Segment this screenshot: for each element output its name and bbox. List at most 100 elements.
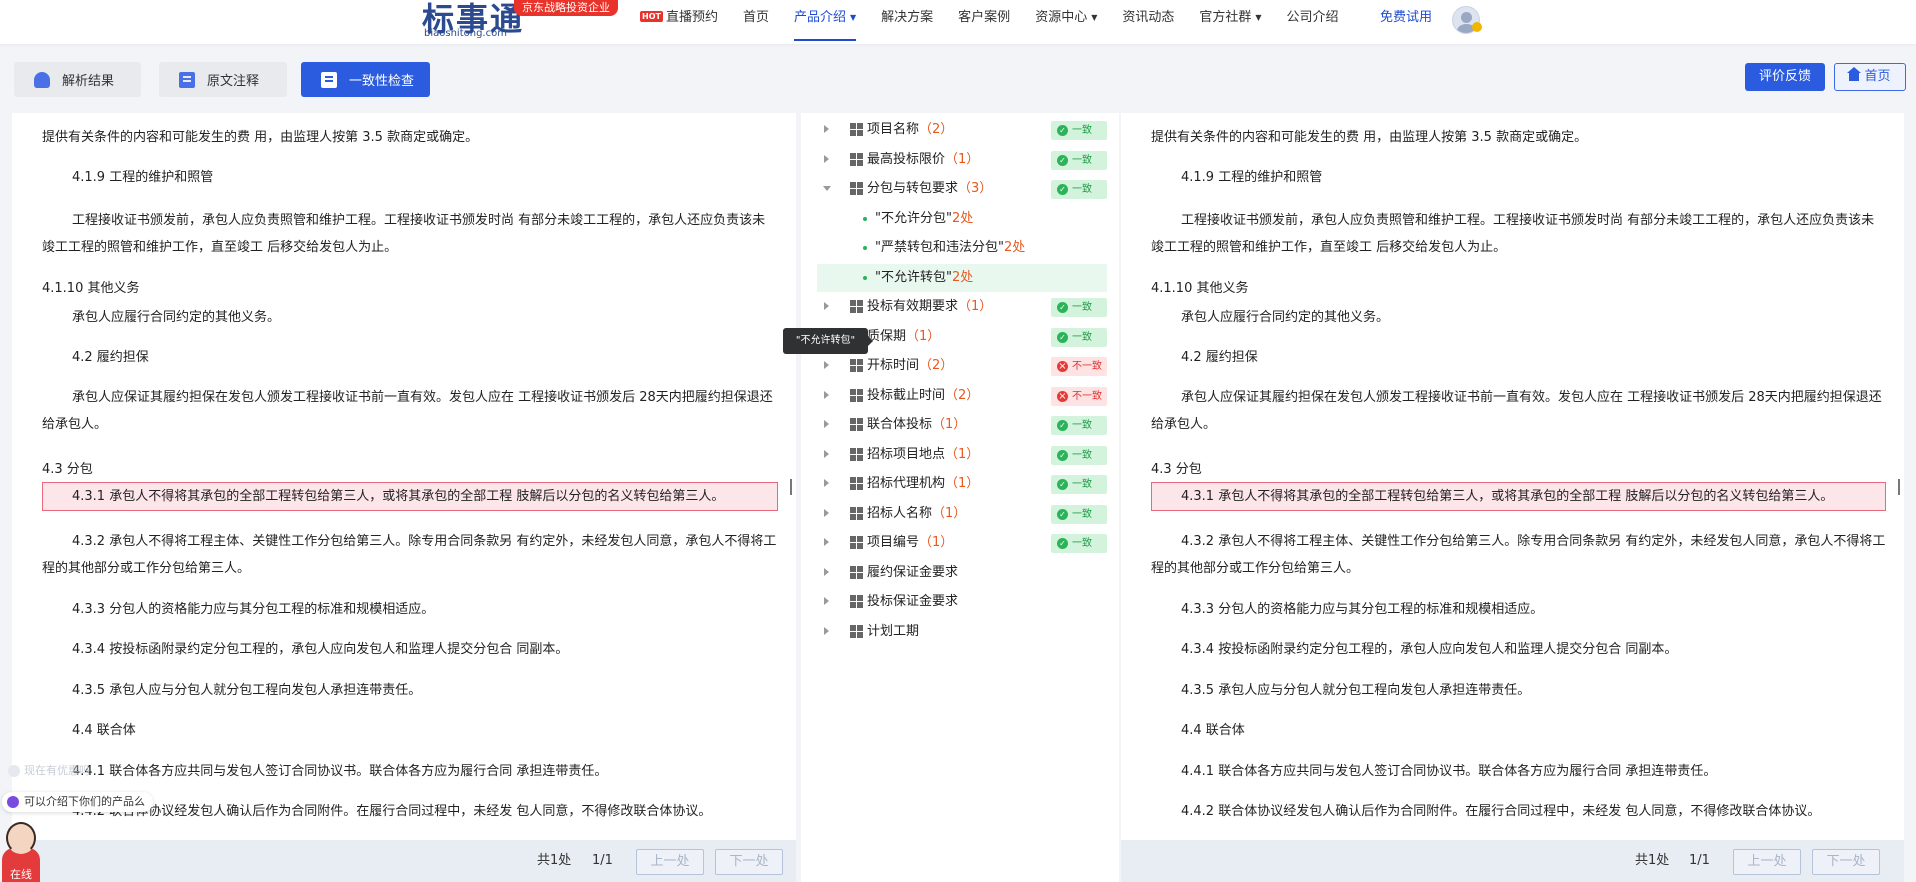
tree-subitem[interactable]: "不允许分包"2处 (817, 205, 1107, 233)
chevron-right-icon[interactable] (824, 626, 829, 635)
item-count: （2） (919, 122, 954, 137)
status-badge-consistent: 一致 (1051, 298, 1107, 317)
chevron-right-icon[interactable] (824, 390, 829, 399)
tab-consistency-check[interactable]: 一致性检查 (301, 62, 430, 97)
item-name: 投标有效期要求 (867, 299, 959, 314)
tree-item[interactable]: 计划工期 (817, 618, 1107, 646)
document-line: 4.1.10 其他义务 (1151, 281, 1249, 296)
document-line: 4.2 履约担保 (1181, 350, 1258, 365)
highlighted-clause: 4.3.1 承包人不得将其承包的全部工程转包给第三人，或将其承包的全部工程 肢解… (1181, 489, 1834, 504)
document-line: 提供有关条件的内容和可能发生的费 用，由监理人按第 3.5 款商定或确定。 (1151, 130, 1588, 145)
document-line: 4.3.4 按投标函附录约定分包工程的，承包人应向发包人和监理人提交分包合 同副… (72, 642, 569, 657)
tree-item[interactable]: 履约保证金要求 (817, 559, 1107, 587)
chevron-right-icon[interactable] (824, 479, 829, 487)
right-document-pane[interactable]: 提供有关条件的内容和可能发生的费 用，由监理人按第 3.5 款商定或确定。 4.1… (1121, 113, 1904, 882)
tree-subitem[interactable]: "严禁转包和违法分包"2处 (817, 234, 1107, 262)
next-match-button[interactable]: 下一处 (1812, 849, 1880, 875)
nav-item-label: 解决方案 (881, 10, 934, 25)
prev-match-button[interactable]: 上一处 (636, 849, 704, 875)
nav-item[interactable]: 产品介绍 ▼ (793, 0, 857, 44)
nav-item[interactable]: 客户案例 (958, 0, 1010, 44)
tree-subitem[interactable]: "不允许转包"2处 (817, 263, 1107, 292)
match-total: 共1处 (537, 840, 571, 882)
free-trial-link[interactable]: 免费试用 (1380, 0, 1432, 36)
document-text: 提供有关条件的内容和可能发生的费 用，由监理人按第 3.5 款商定或确定。 4.1… (12, 113, 796, 844)
chevron-right-icon[interactable] (824, 567, 829, 576)
chevron-right-icon[interactable] (824, 154, 829, 163)
nav-item[interactable]: 资源中心 ▼ (1035, 0, 1097, 44)
subitem-label: "不允许分包"2处 (875, 205, 973, 233)
check-circle-icon (1057, 331, 1068, 343)
tree-item-label: 投标有效期要求（1） (867, 293, 992, 321)
tab-annotation[interactable]: 原文注释 (159, 62, 287, 97)
item-name: 开标时间 (867, 358, 920, 373)
check-circle-icon (1057, 302, 1068, 313)
tree-item[interactable]: 联合体投标（1） 一致 (817, 411, 1107, 439)
tree-item[interactable]: 投标截止时间（2） 不一致 (817, 382, 1107, 410)
item-count: （2） (945, 387, 980, 403)
chevron-down-icon[interactable] (823, 186, 831, 191)
grid-icon (850, 447, 863, 461)
nav-item[interactable]: 官方社群 ▼ (1199, 0, 1261, 44)
left-document-pane[interactable]: 提供有关条件的内容和可能发生的费 用，由监理人按第 3.5 款商定或确定。 4.1… (12, 113, 796, 882)
tree-item[interactable]: 项目名称（2） 一致 (817, 116, 1107, 144)
tree-item[interactable]: 项目编号（1） 一致 (817, 529, 1107, 557)
tree-item[interactable]: 分包与转包要求（3） 一致 (817, 175, 1107, 203)
document-line: 承包人应保证其履约担保在发包人颁发工程接收证书前一直有效。发包人应在 工程接收证… (72, 390, 773, 405)
nav-item[interactable]: 首页 (743, 0, 769, 44)
tree-item[interactable]: 投标保证金要求 (817, 588, 1107, 616)
feedback-button[interactable]: 评价反馈 (1745, 63, 1825, 91)
tree-item[interactable]: 开标时间（2） 不一致 (817, 352, 1107, 380)
item-count: （1） (932, 505, 967, 521)
tree-item-label: 分包与转包要求（3） (867, 175, 992, 203)
prev-match-button[interactable]: 上一处 (1733, 849, 1801, 875)
tab-parse-result[interactable]: 解析结果 (14, 62, 141, 97)
top-navigation: 标事通 biaoshitong.com 京东战略投资企业 HOT 直播预约 首页 产品… (0, 0, 1916, 44)
item-count: （3） (958, 181, 993, 196)
tree-item-label: 项目编号（1） (867, 529, 953, 557)
grid-icon (850, 152, 863, 166)
chat-agent-avatar[interactable]: 在线 (2, 822, 40, 882)
chevron-right-icon[interactable] (824, 361, 829, 369)
chevron-down-icon: ▼ (1255, 13, 1262, 22)
document-line: 4.3 分包 (42, 462, 93, 477)
tree-item-label: 项目名称（2） (867, 116, 953, 144)
chat-suggestion[interactable]: 可以介绍下你们的产品么 (2, 792, 153, 812)
next-match-button[interactable]: 下一处 (715, 849, 783, 875)
tree-item[interactable]: 招标代理机构（1） 一致 (817, 470, 1107, 498)
match-page: 1/1 (592, 853, 613, 868)
status-text: 一致 (1072, 420, 1092, 431)
nav-item[interactable]: 公司介绍 (1287, 0, 1339, 44)
document-line: 4.4.1 联合体各方应共同与发包人签订合同协议书。联合体各方应为履行合同 承担… (72, 764, 608, 779)
chevron-right-icon[interactable] (824, 508, 829, 517)
scrollbar-thumb[interactable] (790, 479, 792, 495)
scrollbar-thumb[interactable] (1898, 479, 1900, 495)
status-text: 一致 (1072, 538, 1092, 549)
chat-suggestion-faded[interactable]: 现在有优惠吗 (6, 762, 90, 780)
status-text: 一致 (1072, 508, 1092, 520)
document-line: 4.3.2 承包人不得将工程主体、关键性工作分包给第三人。除专用合同条款另 有约… (1181, 534, 1886, 549)
nav-item[interactable]: 解决方案 (881, 0, 933, 44)
chevron-right-icon[interactable] (824, 538, 829, 546)
tree-item[interactable]: 招标人名称（1） 一致 (817, 500, 1107, 528)
tree-item[interactable]: 投标有效期要求（1） 一致 (817, 293, 1107, 321)
status-text: 一致 (1072, 331, 1092, 343)
total-suffix: 处 (1656, 853, 1670, 868)
chevron-right-icon[interactable] (824, 597, 829, 605)
tree-item[interactable]: 最高投标限价（1） 一致 (817, 146, 1107, 174)
home-label: 首页 (1864, 69, 1891, 84)
highlighted-clause: 4.3.1 承包人不得将其承包的全部工程转包给第三人，或将其承包的全部工程 肢解… (72, 489, 725, 504)
chevron-right-icon[interactable] (824, 125, 829, 133)
document-line: 承包人应履行合同约定的其他义务。 (72, 310, 281, 325)
chevron-right-icon[interactable] (824, 302, 829, 310)
tree-item[interactable]: 招标项目地点（1） 一致 (817, 441, 1107, 469)
nav-item[interactable]: HOT 直播预约 (640, 0, 718, 44)
document-line: 程的其他部分或工作分包给第三人。 (42, 561, 251, 576)
check-circle-icon (1057, 479, 1068, 490)
chevron-right-icon[interactable] (824, 420, 829, 428)
chevron-right-icon[interactable] (824, 449, 829, 458)
home-button[interactable]: 首页 (1834, 63, 1906, 91)
avatar-badge-icon (1472, 22, 1482, 32)
tree-item-label: 联合体投标（1） (867, 411, 966, 439)
nav-item[interactable]: 资讯动态 (1122, 0, 1174, 44)
